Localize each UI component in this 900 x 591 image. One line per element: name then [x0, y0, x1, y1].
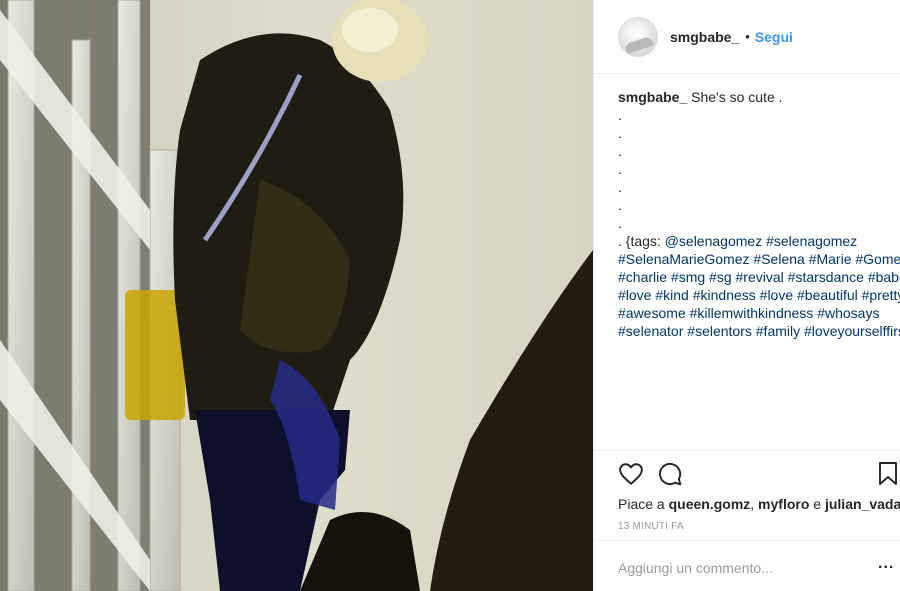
hashtag-link[interactable]: #beautiful	[797, 287, 858, 303]
hashtag-link[interactable]: #kind	[655, 287, 688, 303]
hashtag-link[interactable]: #loveyourselffirst	[804, 323, 900, 339]
hashtag-link[interactable]: #charlie	[618, 269, 667, 285]
caption-username[interactable]: smgbabe_	[618, 89, 687, 105]
caption-text-fragment: . {tags:	[618, 233, 665, 249]
hashtag-link[interactable]: #killemwithkindness	[690, 305, 814, 321]
instagram-post: smgbabe_ • Segui smgbabe_ She's so cute …	[0, 0, 900, 591]
hashtag-link[interactable]: #selenagomez	[766, 233, 857, 249]
hashtag-link[interactable]: #starsdance	[788, 269, 864, 285]
caption-dot: .	[618, 215, 622, 231]
photo-illustration	[0, 0, 593, 591]
caption-dot: .	[618, 143, 622, 159]
comment-form: ...	[594, 540, 900, 591]
post-caption: smgbabe_ She's so cute . ....... . {tags…	[618, 88, 900, 340]
hashtag-link[interactable]: #SelenaMarieGomez	[618, 251, 750, 267]
liker-link[interactable]: myfloro	[758, 496, 809, 512]
hashtag-link[interactable]: #Marie	[809, 251, 852, 267]
heart-icon[interactable]	[618, 461, 646, 489]
caption-dot: .	[618, 161, 622, 177]
liker-link[interactable]: julian_vada	[825, 496, 900, 512]
avatar[interactable]	[618, 16, 658, 57]
hashtag-link[interactable]: @selenagomez	[665, 233, 763, 249]
hashtag-link[interactable]: #Selena	[753, 251, 804, 267]
hashtag-link[interactable]: #sg	[709, 269, 732, 285]
caption-dot: .	[618, 125, 622, 141]
hashtag-link[interactable]: #selentors	[687, 323, 752, 339]
hashtag-link[interactable]: #selenator	[618, 323, 683, 339]
username-link[interactable]: smgbabe_	[670, 29, 739, 45]
hashtag-link[interactable]: #awesome	[618, 305, 686, 321]
caption-tags: . {tags: @selenagomez #selenagomez #Sele…	[618, 232, 900, 340]
hashtag-link[interactable]: #whosays	[817, 305, 879, 321]
hashtag-link[interactable]: #smg	[671, 269, 705, 285]
hashtag-link[interactable]: #revival	[736, 269, 784, 285]
hashtag-link[interactable]: #family	[756, 323, 800, 339]
post-timestamp[interactable]: 13 MINUTI FA	[618, 521, 684, 532]
hashtag-link[interactable]: #kindness	[693, 287, 756, 303]
likes-prefix: Piace a	[618, 496, 669, 512]
hashtag-link[interactable]: #love	[760, 287, 793, 303]
likes-separator: ,	[750, 496, 759, 512]
hashtag-link[interactable]: #Gomez	[855, 251, 900, 267]
caption-dot: .	[618, 197, 622, 213]
hashtag-link[interactable]: #love	[618, 287, 651, 303]
caption-dots: .......	[618, 106, 900, 232]
hashtag-link[interactable]: #pretty	[862, 287, 900, 303]
likes-separator: e	[809, 496, 825, 512]
post-sidebar: smgbabe_ • Segui smgbabe_ She's so cute …	[593, 0, 900, 591]
caption-dot: .	[618, 179, 622, 195]
liker-link[interactable]: queen.gomz	[669, 496, 751, 512]
post-photo[interactable]	[0, 0, 593, 591]
comment-input[interactable]	[618, 558, 858, 578]
header-separator: •	[745, 29, 750, 44]
post-actions: Piace a queen.gomz, myfloro e julian_vad…	[594, 450, 900, 591]
caption-text: She's so cute .	[691, 89, 783, 105]
comment-icon[interactable]	[657, 461, 685, 489]
hashtag-link[interactable]: #babe	[868, 269, 900, 285]
follow-button[interactable]: Segui	[755, 29, 793, 45]
caption-dot: .	[618, 107, 622, 123]
likes-summary: Piace a queen.gomz, myfloro e julian_vad…	[618, 496, 900, 512]
post-header: smgbabe_ • Segui	[594, 0, 900, 74]
bookmark-icon[interactable]	[876, 461, 900, 489]
more-options-button[interactable]: ...	[878, 555, 894, 573]
